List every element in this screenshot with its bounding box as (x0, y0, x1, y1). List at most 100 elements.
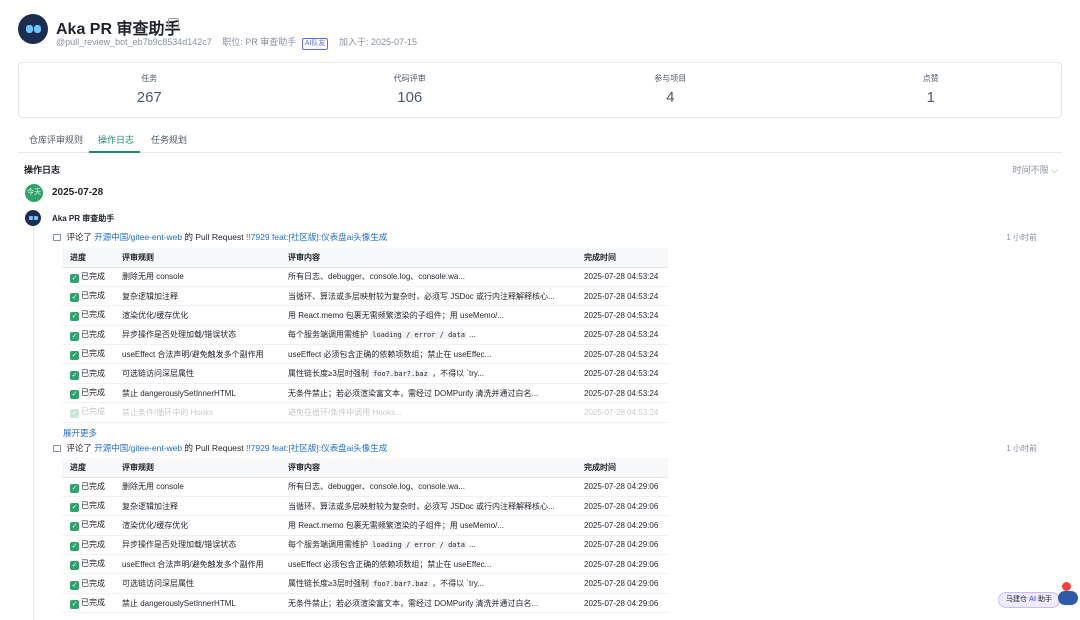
content-cell: 用 React.memo 包裹无需频繁渲染的子组件；用 useMemo/... (280, 305, 576, 326)
rule-cell: 渲染优化/缓存优化 (114, 305, 280, 326)
content-cell: useEffect 必须包含正确的依赖项数组；禁止在 useEffec... (280, 344, 576, 365)
content-cell: 无条件禁止；若必须渲染富文本，需经过 DOMPurify 清洗并通过白名... (280, 383, 576, 404)
inline-code: loading / error / data (370, 541, 467, 550)
table-header-row: 进度 评审规则 评审内容 完成时间 (62, 248, 668, 268)
progress-cell: ✓ 已完成 (62, 286, 114, 307)
finish-time-cell: 2025-07-28 04:29:06 (576, 593, 668, 614)
assistant-bot-icon[interactable] (1058, 591, 1078, 605)
tab-bar: 仓库评审规则 操作日志 任务规划 (18, 128, 1062, 153)
status-text: 已完成 (81, 578, 105, 588)
finish-time-cell: 2025-07-28 04:29:06 (576, 554, 668, 575)
log-entry-1-comment: 评论了 开源中国/gitee-ent-web 的 Pull Request !!… (53, 231, 387, 243)
timeline-line (33, 226, 34, 620)
rule-cell: useEffect 合法声明/避免触发多个副作用 (114, 344, 280, 365)
check-icon: ✓ (70, 541, 79, 551)
table-header-row: 进度 评审规则 评审内容 完成时间 (62, 458, 668, 478)
rule-cell: 可选链访问深层属性 (114, 363, 280, 384)
table-row: ✓ 已完成 禁止条件/循环中的 Hooks 避免在循环/条件中调用 Hooks... 2… (62, 402, 668, 423)
content-text: ，不得以 `try... (429, 579, 484, 589)
comment-middle: 的 Pull Request (184, 232, 244, 242)
table-row: ✓ 已完成 禁止 dangerouslySetInnerHTML 无条件禁止；若必须渲… (62, 383, 668, 404)
section-title: 操作日志 (24, 165, 61, 175)
content-text: ... (466, 540, 476, 550)
progress-cell: ✓ 已完成 (62, 325, 114, 346)
content-text: 属性链长度≥3层时强制 (288, 579, 372, 589)
expand-more-link[interactable]: 展开更多 (63, 427, 97, 439)
finish-time-cell: 2025-07-28 04:53:24 (576, 267, 668, 287)
assistant-suffix: 助手 (1037, 596, 1052, 603)
comment-verb: 评论了 (66, 232, 92, 242)
relative-time: 1 小时前 (1006, 444, 1037, 453)
pr-link[interactable]: !!7929 feat:[社区版]:仪表盘ai头像生成 (246, 443, 387, 453)
table-row: ✓ 已完成 渲染优化/缓存优化用 React.memo 包裹无需频繁渲染的子组件；用… (62, 515, 668, 536)
rule-cell: 删除无用 console (114, 477, 280, 497)
table-row: ✓ 已完成 useEffect 合法声明/避免触发多个副作用 useEffect 必须… (62, 554, 668, 575)
edit-icon[interactable] (168, 18, 179, 29)
col-rule: 评审规则 (114, 248, 280, 268)
check-icon: ✓ (70, 522, 79, 532)
tab-operation-log[interactable]: 操作日志 (98, 133, 134, 146)
avatar-eye (34, 216, 38, 220)
progress-cell: ✓ 已完成 (62, 573, 114, 594)
assistant-ai: AI (1029, 596, 1036, 603)
inline-code: loading / error / data (370, 331, 467, 340)
status-text: 已完成 (81, 501, 105, 511)
repo-link[interactable]: 开源中国/gitee-ent-web (94, 232, 182, 242)
table-row: ✓ 已完成 useEffect 合法声明/避免触发多个副作用 useEffect 必须… (62, 344, 668, 365)
progress-cell: ✓ 已完成 (62, 402, 114, 423)
bot-handle: @pull_review_bot_eb7b9c8534d142c7 (56, 37, 212, 47)
review-table-1-body: ✓ 已完成 删除无用 console 所有日志、debugger、console.lo… (62, 267, 668, 423)
joined-date: 加入于: 2025-07-15 (338, 37, 417, 47)
status-text: 已完成 (81, 520, 105, 530)
avatar-eye (34, 25, 41, 33)
progress-cell: ✓ 已完成 (62, 515, 114, 536)
rule-cell: 异步操作是否处理加载/错误状态 (114, 535, 280, 556)
rule-cell: 可选链访问深层属性 (114, 573, 280, 594)
content-cell: 用 React.memo 包裹无需频繁渲染的子组件；用 useMemo/... (280, 515, 576, 536)
content-text: ，不得以 `try... (429, 369, 484, 379)
status-text: 已完成 (81, 271, 105, 281)
check-icon: ✓ (70, 293, 79, 303)
content-text: 属性链长度≥3层时强制 (288, 369, 372, 379)
finish-time-cell: 2025-07-28 04:53:24 (576, 363, 668, 384)
rule-cell: useEffect 合法声明/避免触发多个副作用 (114, 554, 280, 575)
progress-cell: ✓ 已完成 (62, 363, 114, 384)
review-table-2: 进度 评审规则 评审内容 完成时间 ✓ 已完成 删除无用 console 所有日志、d… (62, 458, 668, 614)
content-cell: 所有日志、debugger、console.log、console.wa... (280, 267, 576, 287)
check-icon: ✓ (70, 409, 79, 419)
content-text: 每个服务端调用需维护 (288, 330, 371, 340)
progress-cell: ✓ 已完成 (62, 593, 114, 614)
tab-repo-review-rules[interactable]: 仓库评审规则 (29, 133, 83, 146)
review-table-2-body: ✓ 已完成 删除无用 console 所有日志、debugger、console.lo… (62, 477, 668, 614)
progress-cell: ✓ 已完成 (62, 383, 114, 404)
content-cell: 当循环、算法或多层映射较为复杂时，必须写 JSDoc 或行内注释解释核心... (280, 286, 576, 307)
status-text: 已完成 (81, 291, 105, 301)
progress-cell: ✓ 已完成 (62, 477, 114, 497)
content-cell: useEffect 必须包含正确的依赖项数组；禁止在 useEffec... (280, 554, 576, 575)
pr-link[interactable]: !!7929 feat:[社区版]:仪表盘ai头像生成 (246, 232, 387, 242)
time-filter-dropdown[interactable]: 时间不限 ⌵ (1013, 163, 1058, 176)
finish-time-cell: 2025-07-28 04:29:06 (576, 496, 668, 517)
content-cell: 避免在循环/条件中调用 Hooks... (280, 402, 576, 423)
repo-link[interactable]: 开源中国/gitee-ent-web (94, 443, 182, 453)
finish-time-cell: 2025-07-28 04:53:24 (576, 286, 668, 307)
profile-header: Aka PR 审查助手 @pull_review_bot_eb7b9c8534d… (18, 14, 718, 50)
stat-value: 4 (666, 89, 675, 106)
avatar-eye (29, 216, 33, 220)
table-row: ✓ 已完成 删除无用 console 所有日志、debugger、console.lo… (62, 477, 668, 497)
status-text: 已完成 (81, 310, 105, 320)
stat-label: 代码评审 (393, 74, 426, 83)
stats-panel: 任务 267 代码评审 106 参与项目 4 点赞 1 (18, 62, 1062, 118)
ai-teammate-badge: AI队友 (301, 38, 329, 50)
check-icon: ✓ (70, 273, 79, 283)
comment-icon (53, 234, 61, 241)
rule-cell: 禁止 dangerouslySetInnerHTML (114, 593, 280, 614)
content-cell: 属性链长度≥3层时强制 foo?.bar?.baz ，不得以 `try... (280, 573, 576, 594)
stat-label: 点赞 (922, 74, 939, 83)
assistant-name: 马建仓 (1006, 596, 1028, 603)
col-content: 评审内容 (280, 458, 576, 478)
ai-assistant-button[interactable]: 马建仓 AI 助手 (998, 592, 1060, 608)
check-icon: ✓ (70, 390, 79, 400)
content-cell: 属性链长度≥3层时强制 foo?.bar?.baz ，不得以 `try... (280, 363, 576, 384)
tab-task-planning[interactable]: 任务规划 (151, 133, 187, 146)
